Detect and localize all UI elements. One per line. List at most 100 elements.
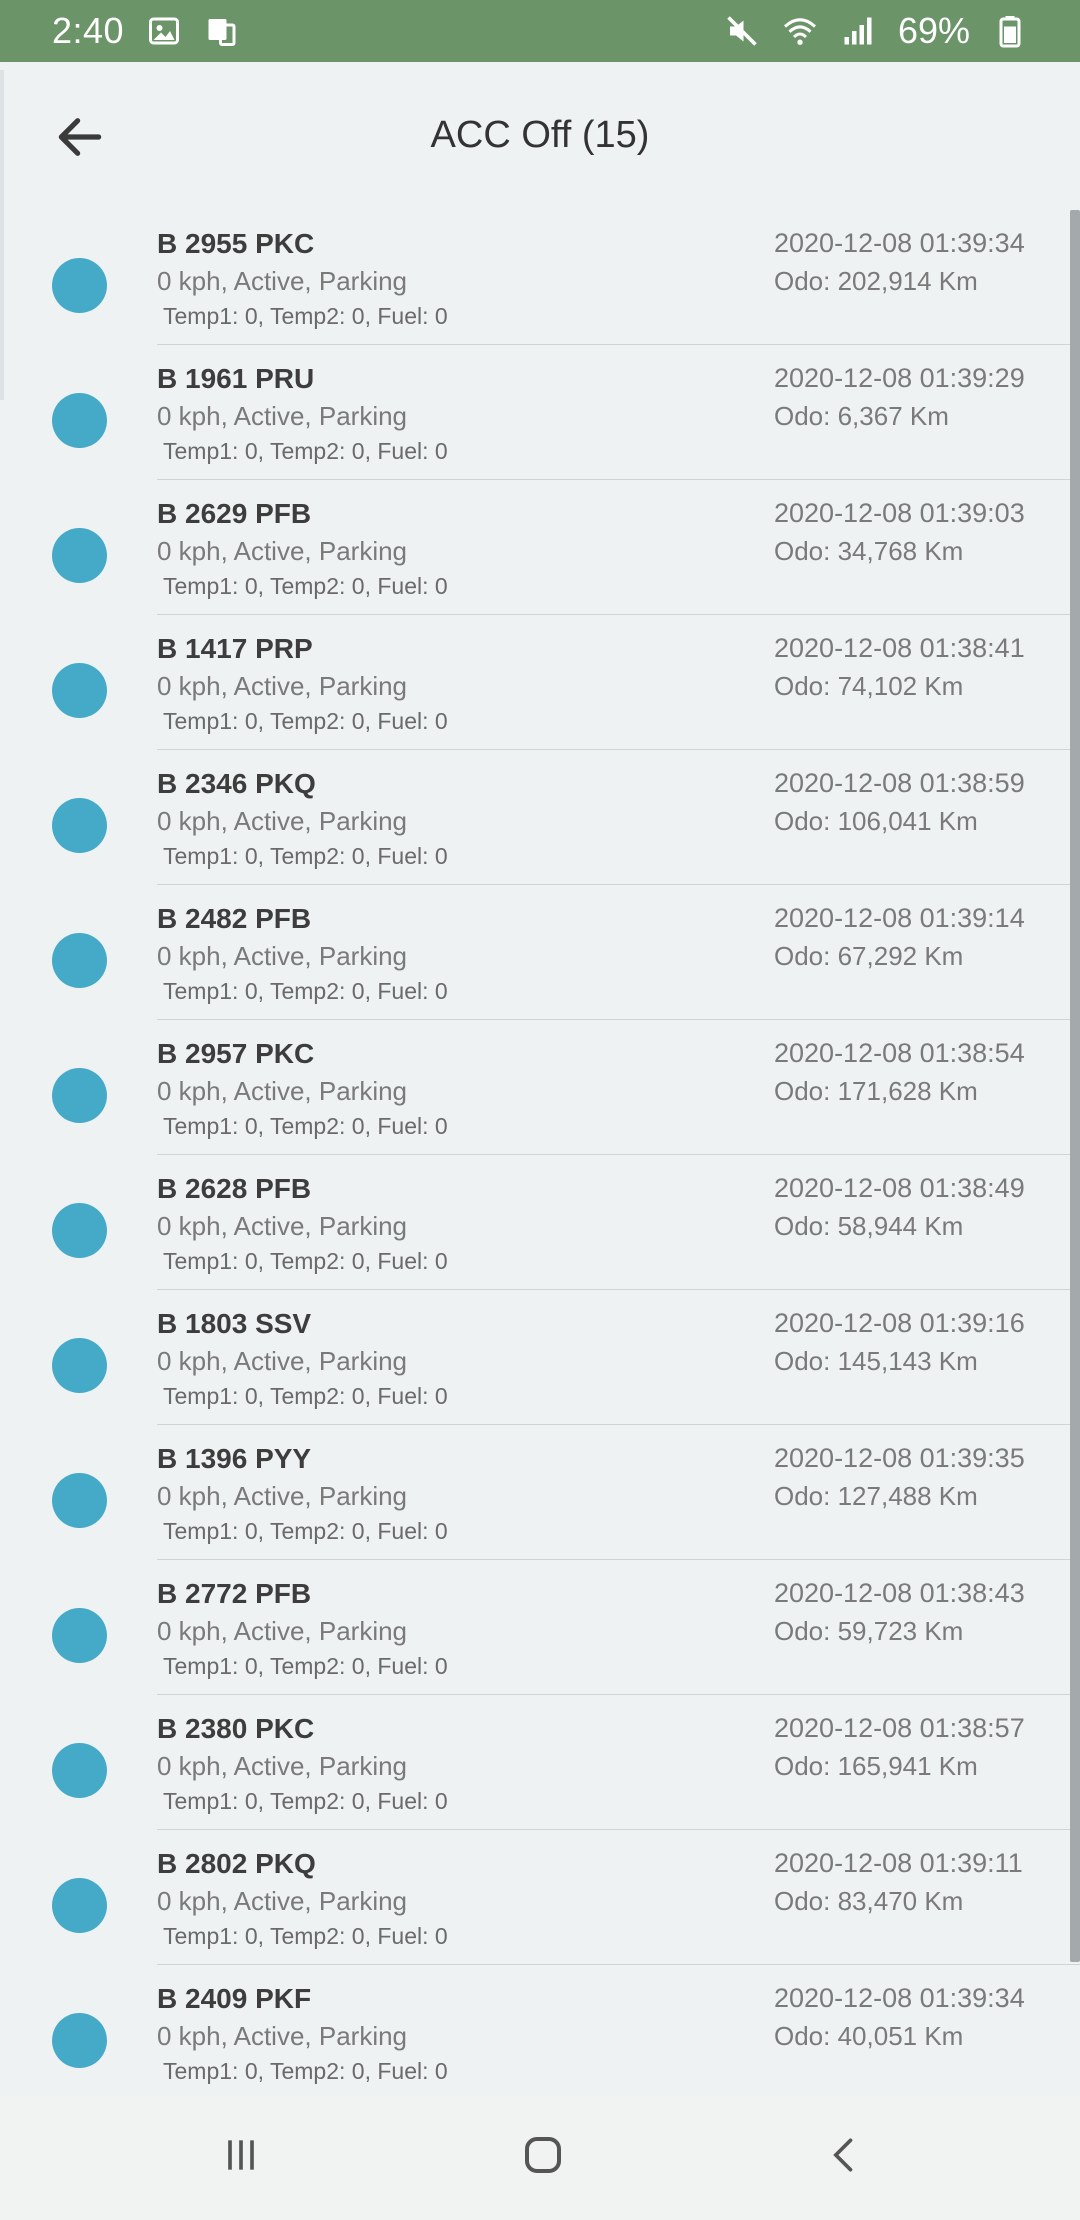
mute-icon xyxy=(724,13,760,49)
vehicle-odometer: Odo: 145,143 Km xyxy=(774,1346,978,1376)
status-dot-icon xyxy=(52,1068,107,1123)
vehicle-status: 0 kph, Active, Parking xyxy=(157,1211,408,1241)
recent-apps-icon xyxy=(219,2133,263,2182)
status-dot-icon xyxy=(52,393,107,448)
vehicle-status: 0 kph, Active, Parking xyxy=(157,536,408,566)
vehicle-row[interactable]: B 1417 PRP 0 kph, Active, Parking Temp1: 0… xyxy=(0,615,1080,750)
status-dot-icon xyxy=(52,663,107,718)
vehicle-plate: B 2482 PFB xyxy=(157,903,312,934)
vehicle-datetime: 2020-12-08 01:39:29 xyxy=(774,363,1025,393)
vehicle-plate: B 2629 PFB xyxy=(157,498,312,529)
vehicle-sensors: Temp1: 0, Temp2: 0, Fuel: 0 xyxy=(163,303,448,329)
vehicle-datetime: 2020-12-08 01:39:16 xyxy=(774,1308,1025,1338)
vehicle-sensors: Temp1: 0, Temp2: 0, Fuel: 0 xyxy=(163,1788,448,1814)
vehicle-sensors: Temp1: 0, Temp2: 0, Fuel: 0 xyxy=(163,978,448,1004)
vehicle-row[interactable]: B 2772 PFB 0 kph, Active, Parking Temp1: 0… xyxy=(0,1560,1080,1695)
vehicle-datetime: 2020-12-08 01:38:41 xyxy=(774,633,1025,663)
vehicle-status: 0 kph, Active, Parking xyxy=(157,1481,408,1511)
vehicle-row[interactable]: B 2628 PFB 0 kph, Active, Parking Temp1: 0… xyxy=(0,1155,1080,1290)
vehicle-row[interactable]: B 2957 PKC 0 kph, Active, Parking Temp1: 0… xyxy=(0,1020,1080,1155)
vehicle-row[interactable]: B 2955 PKC 0 kph, Active, Parking Temp1: 0… xyxy=(0,210,1080,345)
vehicle-sensors: Temp1: 0, Temp2: 0, Fuel: 0 xyxy=(163,1383,448,1409)
status-dot-icon xyxy=(52,1608,107,1663)
status-right: 69% xyxy=(724,10,1028,52)
vehicle-status: 0 kph, Active, Parking xyxy=(157,1886,408,1916)
vehicle-status: 0 kph, Active, Parking xyxy=(157,1751,408,1781)
vehicle-sensors: Temp1: 0, Temp2: 0, Fuel: 0 xyxy=(163,1653,448,1679)
vehicle-status: 0 kph, Active, Parking xyxy=(157,941,408,971)
image-icon xyxy=(146,13,182,49)
vehicle-odometer: Odo: 83,470 Km xyxy=(774,1886,964,1916)
status-dot-icon xyxy=(52,933,107,988)
vehicle-odometer: Odo: 67,292 Km xyxy=(774,941,964,971)
vehicle-list[interactable]: B 2955 PKC 0 kph, Active, Parking Temp1: 0… xyxy=(0,210,1080,2095)
vehicle-row[interactable]: B 2802 PKQ 0 kph, Active, Parking Temp1: 0… xyxy=(0,1830,1080,1965)
vehicle-status: 0 kph, Active, Parking xyxy=(157,1076,408,1106)
screen-mirror-icon xyxy=(204,13,240,49)
vehicle-status: 0 kph, Active, Parking xyxy=(157,2021,408,2051)
vehicle-plate: B 2346 PKQ xyxy=(157,768,316,799)
vehicle-datetime: 2020-12-08 01:39:11 xyxy=(774,1848,1023,1878)
navigation-bar xyxy=(0,2095,1080,2220)
home-button[interactable] xyxy=(503,2125,583,2189)
vehicle-odometer: Odo: 106,041 Km xyxy=(774,806,978,836)
battery-icon xyxy=(992,13,1028,49)
vehicle-odometer: Odo: 171,628 Km xyxy=(774,1076,978,1106)
vehicle-sensors: Temp1: 0, Temp2: 0, Fuel: 0 xyxy=(163,708,448,734)
vehicle-row[interactable]: B 2409 PKF 0 kph, Active, Parking Temp1: 0… xyxy=(0,1965,1080,2095)
vehicle-plate: B 2628 PFB xyxy=(157,1173,312,1204)
vehicle-row[interactable]: B 1803 SSV 0 kph, Active, Parking Temp1: 0… xyxy=(0,1290,1080,1425)
vehicle-datetime: 2020-12-08 01:39:34 xyxy=(774,1983,1025,2013)
status-dot-icon xyxy=(52,1473,107,1528)
recent-apps-button[interactable] xyxy=(201,2125,281,2189)
vehicle-datetime: 2020-12-08 01:38:57 xyxy=(774,1713,1025,1743)
vehicle-odometer: Odo: 127,488 Km xyxy=(774,1481,978,1511)
vehicle-plate: B 1417 PRP xyxy=(157,633,313,664)
vehicle-datetime: 2020-12-08 01:38:59 xyxy=(774,768,1025,798)
vehicle-sensors: Temp1: 0, Temp2: 0, Fuel: 0 xyxy=(163,1518,448,1544)
vehicle-sensors: Temp1: 0, Temp2: 0, Fuel: 0 xyxy=(163,573,448,599)
scrollbar[interactable] xyxy=(1070,210,1080,1962)
signal-icon xyxy=(840,13,876,49)
back-icon xyxy=(823,2133,867,2182)
page-title: ACC Off (15) xyxy=(430,114,650,156)
status-dot-icon xyxy=(52,528,107,583)
vehicle-row[interactable]: B 1396 PYY 0 kph, Active, Parking Temp1: 0… xyxy=(0,1425,1080,1560)
status-dot-icon xyxy=(52,258,107,313)
nav-back-button[interactable] xyxy=(805,2125,885,2189)
vehicle-row[interactable]: B 2380 PKC 0 kph, Active, Parking Temp1: 0… xyxy=(0,1695,1080,1830)
vehicle-odometer: Odo: 202,914 Km xyxy=(774,266,978,296)
wifi-icon xyxy=(782,13,818,49)
vehicle-status: 0 kph, Active, Parking xyxy=(157,1616,408,1646)
vehicle-odometer: Odo: 40,051 Km xyxy=(774,2021,964,2051)
vehicle-datetime: 2020-12-08 01:39:34 xyxy=(774,228,1025,258)
vehicle-status: 0 kph, Active, Parking xyxy=(157,266,408,296)
status-dot-icon xyxy=(52,1203,107,1258)
vehicle-datetime: 2020-12-08 01:38:49 xyxy=(774,1173,1025,1203)
vehicle-odometer: Odo: 165,941 Km xyxy=(774,1751,978,1781)
vehicle-datetime: 2020-12-08 01:39:14 xyxy=(774,903,1025,933)
status-dot-icon xyxy=(52,1743,107,1798)
vehicle-row[interactable]: B 1961 PRU 0 kph, Active, Parking Temp1: 0… xyxy=(0,345,1080,480)
vehicle-plate: B 1396 PYY xyxy=(157,1443,312,1474)
vehicle-plate: B 2957 PKC xyxy=(157,1038,315,1069)
vehicle-odometer: Odo: 58,944 Km xyxy=(774,1211,964,1241)
vehicle-odometer: Odo: 6,367 Km xyxy=(774,401,949,431)
battery-percent: 69% xyxy=(897,10,970,51)
vehicle-row[interactable]: B 2482 PFB 0 kph, Active, Parking Temp1: 0… xyxy=(0,885,1080,1020)
vehicle-plate: B 2802 PKQ xyxy=(157,1848,316,1879)
status-bar: 2:40 69% xyxy=(0,0,1080,62)
vehicle-row[interactable]: B 2629 PFB 0 kph, Active, Parking Temp1: 0… xyxy=(0,480,1080,615)
status-dot-icon xyxy=(52,798,107,853)
vehicle-datetime: 2020-12-08 01:39:03 xyxy=(774,498,1025,528)
status-dot-icon xyxy=(52,1338,107,1393)
home-icon xyxy=(519,2131,567,2184)
status-dot-icon xyxy=(52,1878,107,1933)
vehicle-sensors: Temp1: 0, Temp2: 0, Fuel: 0 xyxy=(163,1113,448,1139)
vehicle-plate: B 2772 PFB xyxy=(157,1578,312,1609)
vehicle-sensors: Temp1: 0, Temp2: 0, Fuel: 0 xyxy=(163,1248,448,1274)
vehicle-plate: B 2380 PKC xyxy=(157,1713,315,1744)
vehicle-row[interactable]: B 2346 PKQ 0 kph, Active, Parking Temp1: 0… xyxy=(0,750,1080,885)
vehicle-sensors: Temp1: 0, Temp2: 0, Fuel: 0 xyxy=(163,2058,448,2084)
vehicle-status: 0 kph, Active, Parking xyxy=(157,401,408,431)
